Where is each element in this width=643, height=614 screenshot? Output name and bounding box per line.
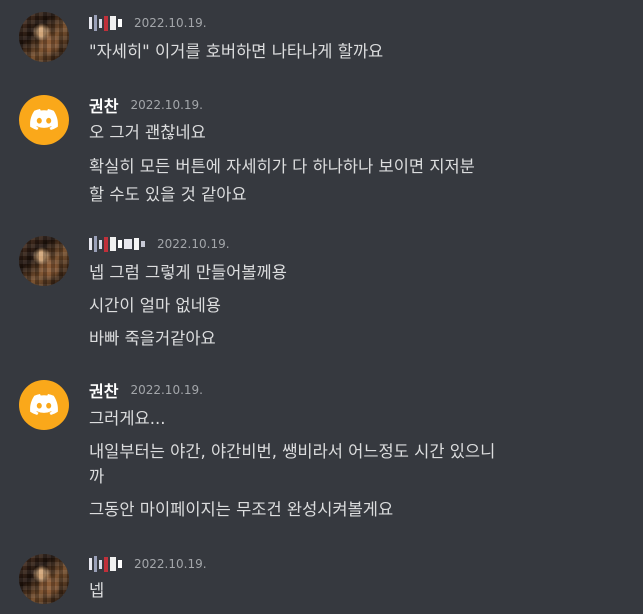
pixelated-username[interactable]	[89, 556, 122, 572]
message-header: 권찬 2022.10.19.	[89, 94, 203, 116]
message-text: 오 그거 괜찮네요	[89, 123, 206, 142]
timestamp: 2022.10.19.	[134, 557, 207, 571]
username[interactable]: 권찬	[89, 93, 118, 117]
message-text: 할 수도 있을 것 같아요	[89, 185, 247, 204]
message-header: 2022.10.19.	[89, 12, 207, 34]
message-header: 권찬 2022.10.19.	[89, 379, 203, 401]
discord-logo-icon-glyph	[30, 394, 58, 415]
message-text: 까	[89, 467, 105, 486]
message-text: 그러게요...	[89, 409, 166, 428]
message-text: 넵 그럼 그렇게 만들어볼께용	[89, 263, 287, 282]
message-header: 2022.10.19.	[89, 233, 230, 255]
timestamp: 2022.10.19.	[157, 237, 230, 251]
discord-logo-icon[interactable]	[19, 380, 69, 430]
message-text: 내일부터는 야간, 야간비번, 쌩비라서 어느정도 시간 있으니	[89, 442, 496, 461]
timestamp: 2022.10.19.	[134, 16, 207, 30]
message-text: 확실히 모든 버튼에 자세히가 다 하나하나 보이면 지저분	[89, 157, 475, 176]
timestamp: 2022.10.19.	[130, 383, 203, 397]
user-avatar[interactable]	[19, 236, 69, 286]
user-avatar[interactable]	[19, 12, 69, 62]
timestamp: 2022.10.19.	[130, 98, 203, 112]
user-avatar[interactable]	[19, 554, 69, 604]
message-text: 그동안 마이페이지는 무조건 완성시켜볼게요	[89, 500, 394, 519]
username[interactable]: 권찬	[89, 378, 118, 402]
message-header: 2022.10.19.	[89, 553, 207, 575]
message-text: 넵	[89, 581, 105, 600]
pixelated-username[interactable]	[89, 15, 122, 31]
message-text: 시간이 얼마 없네용	[89, 296, 221, 315]
discord-logo-icon-glyph	[30, 109, 58, 130]
discord-logo-icon[interactable]	[19, 95, 69, 145]
pixelated-username[interactable]	[89, 236, 145, 252]
message-text: "자세히" 이거를 호버하면 나타나게 할까요	[89, 42, 384, 61]
message-text: 바빠 죽을거같아요	[89, 329, 216, 348]
